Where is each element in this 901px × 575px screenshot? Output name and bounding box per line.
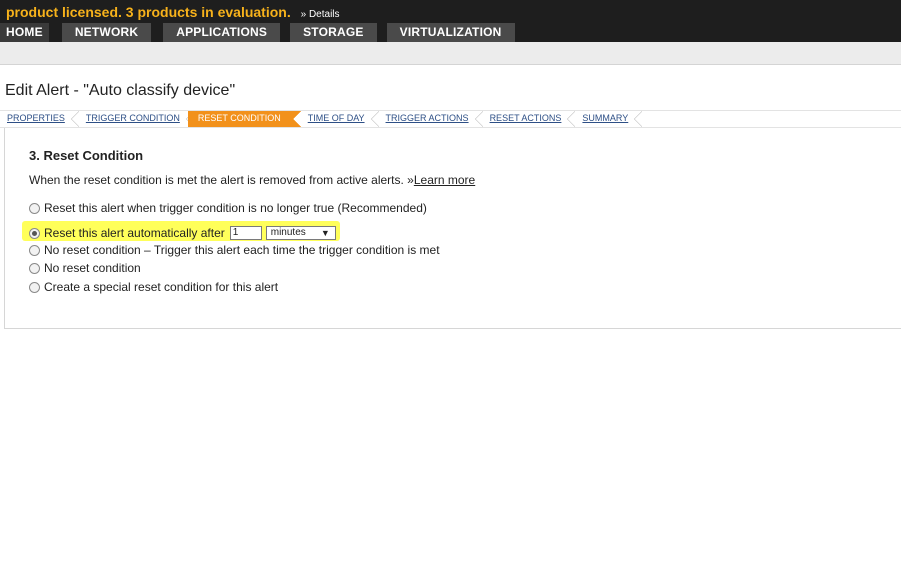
- wizard-steps: PROPERTIES TRIGGER CONDITION RESET CONDI…: [0, 110, 901, 128]
- radio-no-reset-trigger-each-time[interactable]: [29, 244, 40, 256]
- option-label: Reset this alert automatically after: [44, 226, 225, 240]
- step-reset-actions[interactable]: RESET ACTIONS: [483, 111, 576, 127]
- page-title: Edit Alert - "Auto classify device": [5, 82, 236, 99]
- radio-no-reset[interactable]: [29, 262, 40, 274]
- option-no-reset-trigger-each-time[interactable]: No reset condition – Trigger this alert …: [29, 242, 440, 258]
- tab-storage[interactable]: STORAGE: [290, 23, 377, 42]
- learn-more-link[interactable]: Learn more: [414, 173, 475, 187]
- option-reset-automatically[interactable]: Reset this alert automatically after 1 m…: [29, 225, 336, 241]
- dropdown-arrow-icon: ▼: [320, 228, 330, 238]
- tab-virtualization[interactable]: VIRTUALIZATION: [386, 23, 515, 42]
- main-nav: HOME NETWORK APPLICATIONS STORAGE VIRTUA…: [0, 23, 525, 42]
- radio-special-reset[interactable]: [29, 281, 40, 293]
- description-text: When the reset condition is met the aler…: [29, 173, 414, 187]
- license-status: product licensed. 3 products in evaluati…: [6, 4, 340, 22]
- option-special-reset[interactable]: Create a special reset condition for thi…: [29, 279, 278, 295]
- tab-network[interactable]: NETWORK: [61, 23, 152, 42]
- section-description: When the reset condition is met the aler…: [29, 173, 475, 187]
- section-title: 3. Reset Condition: [29, 148, 144, 163]
- step-properties[interactable]: PROPERTIES: [0, 111, 79, 127]
- tab-home[interactable]: HOME: [0, 23, 49, 42]
- step-time-of-day[interactable]: TIME OF DAY: [301, 111, 379, 127]
- step-trigger-condition[interactable]: TRIGGER CONDITION: [79, 111, 194, 127]
- step-trigger-actions[interactable]: TRIGGER ACTIONS: [379, 111, 483, 127]
- option-label: No reset condition: [44, 261, 141, 275]
- option-label: No reset condition – Trigger this alert …: [44, 243, 440, 257]
- step-summary[interactable]: SUMMARY: [575, 111, 643, 127]
- select-value: minutes: [270, 227, 306, 238]
- radio-reset-when-false[interactable]: [29, 202, 40, 214]
- step-reset-condition[interactable]: RESET CONDITION: [187, 111, 301, 127]
- reset-after-unit-select[interactable]: minutes ▼: [265, 226, 336, 240]
- sub-navigation-strip: [0, 42, 901, 65]
- tab-applications[interactable]: APPLICATIONS: [163, 23, 281, 42]
- details-link[interactable]: » Details: [301, 9, 340, 20]
- reset-condition-panel: 3. Reset Condition When the reset condit…: [4, 128, 901, 329]
- option-reset-when-false[interactable]: Reset this alert when trigger condition …: [29, 200, 427, 216]
- option-no-reset[interactable]: No reset condition: [29, 260, 141, 276]
- option-label: Create a special reset condition for thi…: [44, 280, 279, 294]
- license-text: product licensed. 3 products in evaluati…: [6, 4, 291, 20]
- option-label: Reset this alert when trigger condition …: [44, 201, 427, 215]
- radio-reset-automatically[interactable]: [29, 227, 40, 239]
- reset-after-value-input[interactable]: 1: [229, 226, 262, 240]
- top-banner: product licensed. 3 products in evaluati…: [0, 0, 901, 42]
